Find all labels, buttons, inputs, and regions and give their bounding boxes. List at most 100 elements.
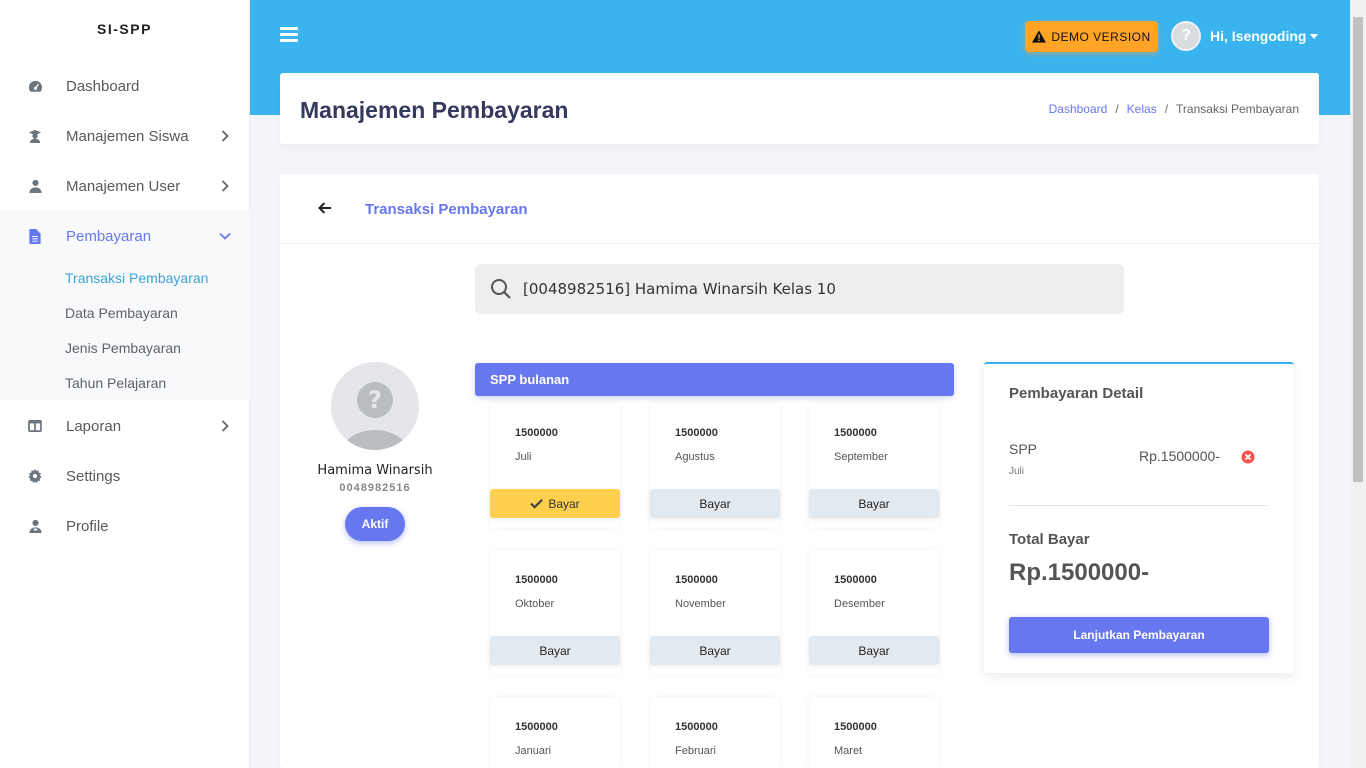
month-amount: 1500000 [515,721,558,733]
gear-icon [27,468,43,484]
month-amount: 1500000 [675,721,718,733]
bayar-label: Bayar [699,496,731,511]
breadcrumb-separator: / [1164,102,1169,116]
remove-item-icon[interactable] [1241,450,1255,464]
search-icon [491,279,511,299]
bayar-button[interactable]: Bayar [490,636,620,665]
student-search[interactable] [475,264,1124,314]
breadcrumb-kelas[interactable]: Kelas [1127,102,1157,116]
month-amount: 1500000 [675,427,718,439]
sidebar-item-label: Manajemen Siswa [66,127,189,145]
avatar: ? [1171,21,1201,51]
month-name: Maret [834,745,863,757]
demo-version-button[interactable]: DEMO VERSION [1025,21,1158,52]
continue-payment-button[interactable]: Lanjutkan Pembayaran [1009,617,1269,653]
month-amount: 1500000 [675,574,718,586]
month-name: September [834,451,888,463]
dashboard-icon [27,78,43,94]
divider [1009,505,1268,506]
sidebar-item-label: Pembayaran [66,227,152,245]
sidebar-item-label: Dashboard [66,77,140,95]
payment-detail-panel: Pembayaran Detail SPP Juli Rp.1500000- T… [984,362,1294,673]
card-header: Transaksi Pembayaran [280,174,1319,244]
sidebar: SI-SPP Dashboard Manajemen Siswa Manajem… [0,0,250,768]
bayar-label: Bayar [858,496,890,511]
bayar-label: Bayar [699,643,731,658]
bayar-button[interactable]: Bayar [650,489,780,518]
scrollbar-thumb[interactable] [1353,17,1363,482]
user-icon [27,178,43,194]
month-card-juli: 1500000 Juli Bayar [490,403,620,528]
breadcrumb-separator: / [1115,102,1119,116]
page-title: Manajemen Pembayaran [300,97,569,123]
page-scrollbar[interactable] [1350,0,1366,768]
file-icon [27,228,43,244]
submenu-item-transaksi-pembayaran[interactable]: Transaksi Pembayaran [65,270,208,286]
sidebar-item-laporan[interactable]: Laporan [0,401,250,451]
bayar-button[interactable]: Bayar [650,636,780,665]
hamburger-menu-icon[interactable] [280,27,298,43]
sidebar-item-pembayaran[interactable]: Pembayaran [0,211,250,261]
profile-icon [27,518,43,534]
transaction-card: Transaksi Pembayaran ? Hamima Winarsih 0… [280,174,1319,768]
columns-icon [27,418,43,434]
check-icon [530,498,544,509]
student-nis: 0048982516 [339,482,411,494]
demo-version-label: DEMO VERSION [1051,29,1151,44]
status-badge[interactable]: Aktif [345,507,405,541]
detail-item-name: SPP [1009,441,1038,457]
month-card-agustus: 1500000 Agustus Bayar [650,403,780,528]
month-card-september: 1500000 September Bayar [809,403,939,528]
card-title: Transaksi Pembayaran [365,201,528,218]
sidebar-item-dashboard[interactable]: Dashboard [0,61,250,111]
bayar-button[interactable]: Bayar [490,489,620,518]
month-amount: 1500000 [834,574,877,586]
sidebar-item-settings[interactable]: Settings [0,451,250,501]
back-arrow-icon[interactable] [318,201,334,217]
search-input[interactable] [523,276,1103,302]
breadcrumb-dashboard[interactable]: Dashboard [1049,102,1108,116]
bayar-label: Bayar [539,643,571,658]
submenu-item-tahun-pelajaran[interactable]: Tahun Pelajaran [65,375,166,391]
brand-logo[interactable]: SI-SPP [0,0,249,58]
bayar-button[interactable]: Bayar [809,636,939,665]
sidebar-item-manajemen-user[interactable]: Manajemen User [0,161,250,211]
breadcrumb: Dashboard / Kelas / Transaksi Pembayaran [1049,102,1299,116]
detail-title: Pembayaran Detail [1009,385,1144,402]
month-name: Oktober [515,598,555,610]
month-name: Agustus [675,451,715,463]
month-amount: 1500000 [834,721,877,733]
month-card-desember: 1500000 Desember Bayar [809,550,939,675]
total-amount: Rp.1500000- [1009,559,1150,586]
total-label: Total Bayar [1009,531,1090,548]
month-card-januari: 1500000 Januari [490,697,620,768]
bayar-button[interactable]: Bayar [809,489,939,518]
caret-down-icon [1310,33,1319,39]
month-name: Februari [675,745,716,757]
month-amount: 1500000 [515,427,558,439]
student-icon [27,128,43,144]
month-card-maret: 1500000 Maret [809,697,939,768]
month-card-oktober: 1500000 Oktober Bayar [490,550,620,675]
month-amount: 1500000 [834,427,877,439]
month-amount: 1500000 [515,574,558,586]
sidebar-item-label: Profile [66,517,109,535]
sidebar-item-profile[interactable]: Profile [0,501,250,551]
sidebar-item-label: Manajemen User [66,177,181,195]
user-greeting: Hi, Isengoding [1210,28,1307,44]
sidebar-item-label: Laporan [66,417,122,435]
sidebar-item-manajemen-siswa[interactable]: Manajemen Siswa [0,111,250,161]
month-name: November [675,598,726,610]
sidebar-item-label: Settings [66,467,121,485]
breadcrumb-current: Transaksi Pembayaran [1176,102,1299,116]
submenu-item-data-pembayaran[interactable]: Data Pembayaran [65,305,178,321]
chevron-down-icon [219,230,231,242]
svg-text:?: ? [368,386,382,414]
submenu-item-jenis-pembayaran[interactable]: Jenis Pembayaran [65,340,181,356]
section-header: Manajemen Pembayaran Dashboard / Kelas /… [280,73,1319,144]
student-name: Hamima Winarsih [317,463,433,478]
chevron-right-icon [219,130,231,142]
chevron-right-icon [219,180,231,192]
user-dropdown[interactable]: ? Hi, Isengoding [1171,20,1319,52]
month-name: Desember [834,598,885,610]
